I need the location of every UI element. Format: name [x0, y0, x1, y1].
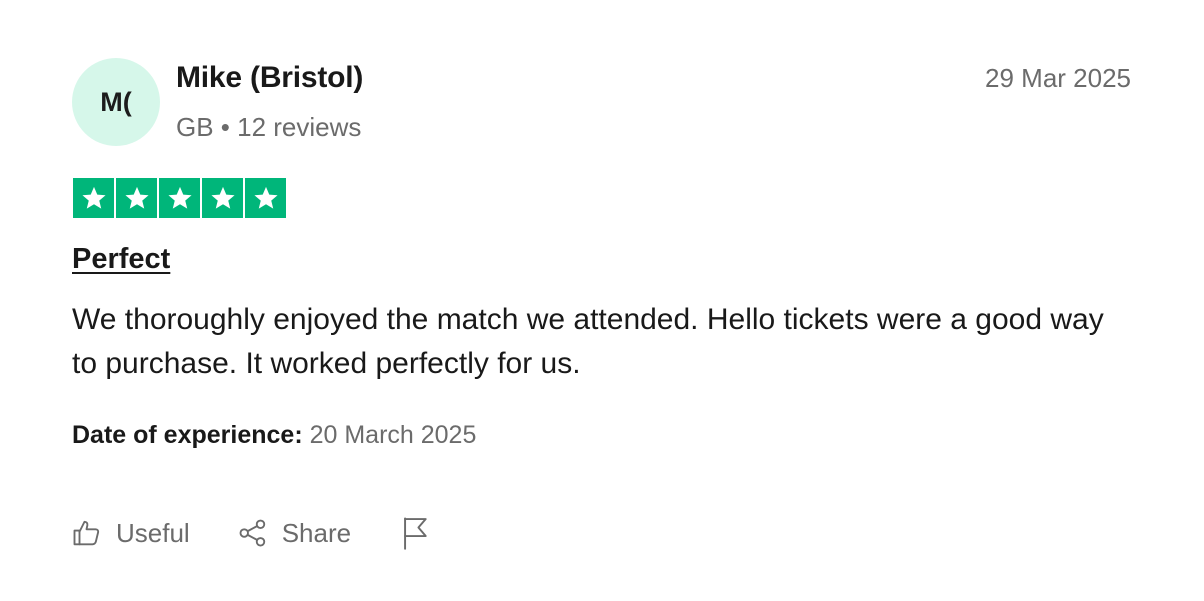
useful-button[interactable]: Useful — [72, 518, 190, 549]
review-title[interactable]: Perfect — [72, 243, 170, 276]
reviewer-meta: GB • 12 reviews — [176, 112, 362, 142]
report-button[interactable] — [401, 516, 431, 550]
review-actions: Useful Share — [72, 516, 431, 550]
thumbs-up-icon — [72, 518, 102, 548]
flag-icon — [401, 516, 431, 550]
star-icon — [116, 178, 157, 218]
date-of-experience: Date of experience: 20 March 2025 — [72, 421, 476, 450]
review-date: 29 Mar 2025 — [985, 63, 1131, 93]
star-icon — [245, 178, 286, 218]
avatar: M( — [72, 58, 160, 146]
experience-label: Date of experience: — [72, 421, 303, 449]
experience-value: 20 March 2025 — [309, 421, 477, 449]
avatar-initials: M( — [100, 86, 132, 117]
review-body: We thoroughly enjoyed the match we atten… — [72, 303, 1104, 380]
share-icon — [238, 518, 268, 548]
star-icon — [73, 178, 114, 218]
share-button[interactable]: Share — [238, 518, 351, 549]
star-icon — [202, 178, 243, 218]
star-rating — [73, 178, 286, 218]
star-icon — [159, 178, 200, 218]
useful-label: Useful — [116, 517, 190, 548]
share-label: Share — [281, 517, 352, 548]
reviewer-name[interactable]: Mike (Bristol) — [176, 61, 363, 95]
